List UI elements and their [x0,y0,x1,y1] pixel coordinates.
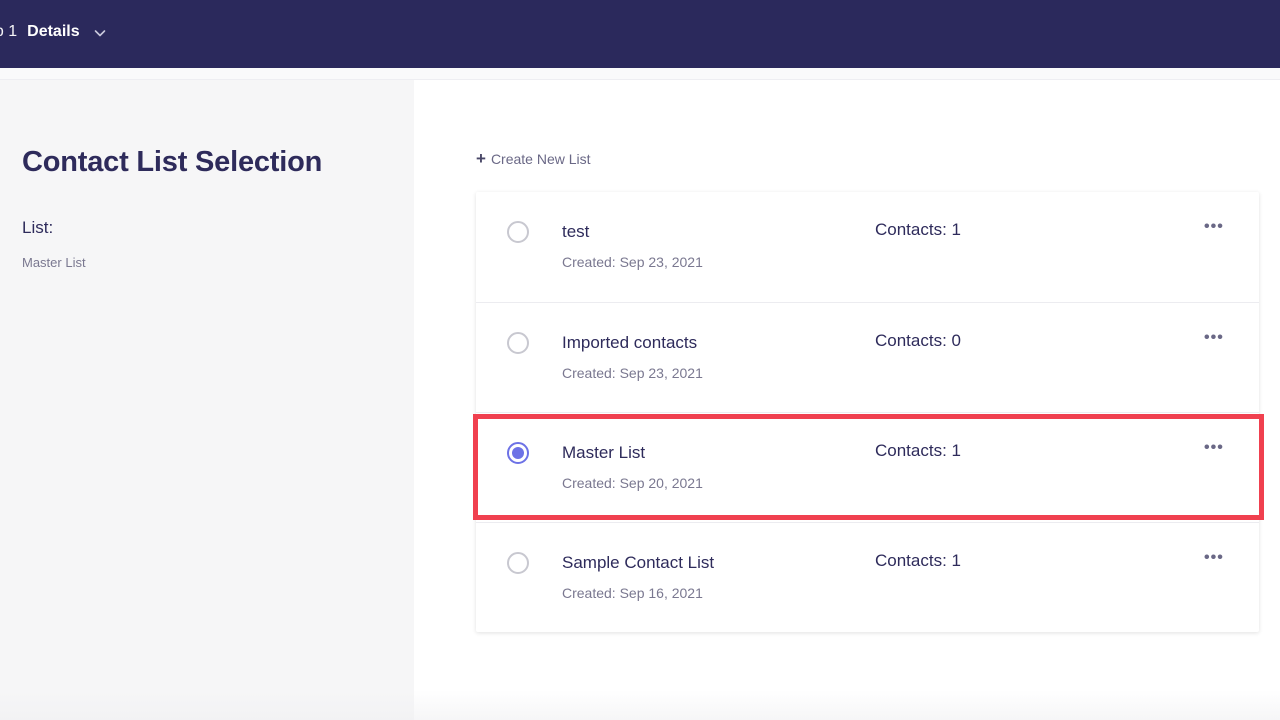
step-number: ep 1 [0,23,18,40]
radio-button-selected[interactable] [507,442,529,464]
radio-button[interactable] [507,221,529,243]
list-name: Master List [562,443,646,462]
plus-icon: + [476,149,486,168]
list-contacts-count: Contacts: 1 [875,551,961,570]
list-name: Sample Contact List [562,553,715,572]
list-name: test [562,222,590,241]
list-item[interactable]: Sample Contact List Created: Sep 16, 202… [476,522,1259,632]
list-item-selected[interactable]: Master List Created: Sep 20, 2021 Contac… [476,412,1259,522]
list-label: List: [22,218,54,237]
more-options-icon[interactable]: ••• [1204,439,1224,457]
more-options-icon[interactable]: ••• [1204,329,1224,347]
more-options-icon[interactable]: ••• [1204,218,1224,236]
list-created-date: Created: Sep 23, 2021 [562,254,703,270]
page-title: Contact List Selection [22,146,323,178]
top-bar: ep 1 Details [0,0,1280,68]
list-created-date: Created: Sep 20, 2021 [562,475,703,491]
radio-button[interactable] [507,552,529,574]
list-item[interactable]: Imported contacts Created: Sep 23, 2021 … [476,302,1259,412]
create-new-list-label: Create New List [490,150,591,167]
create-new-list-link[interactable]: + Create New List [476,150,591,167]
list-created-date: Created: Sep 16, 2021 [562,585,703,601]
step-title: Details [27,23,80,40]
step-indicator[interactable]: ep 1 Details [0,23,106,41]
radio-button[interactable] [507,332,529,354]
list-contacts-count: Contacts: 1 [875,220,961,239]
bottom-fade [0,690,1280,720]
list-contacts-count: Contacts: 1 [875,441,961,460]
chevron-down-icon[interactable] [94,26,106,38]
contact-list-card: test Created: Sep 23, 2021 Contacts: 1 •… [476,192,1259,632]
selected-list-value: Master List [22,255,86,270]
list-name: Imported contacts [562,333,698,352]
list-created-date: Created: Sep 23, 2021 [562,365,703,381]
list-item[interactable]: test Created: Sep 23, 2021 Contacts: 1 •… [476,192,1259,302]
list-contacts-count: Contacts: 0 [875,331,961,350]
more-options-icon[interactable]: ••• [1204,549,1224,567]
header-divider [0,68,1280,80]
